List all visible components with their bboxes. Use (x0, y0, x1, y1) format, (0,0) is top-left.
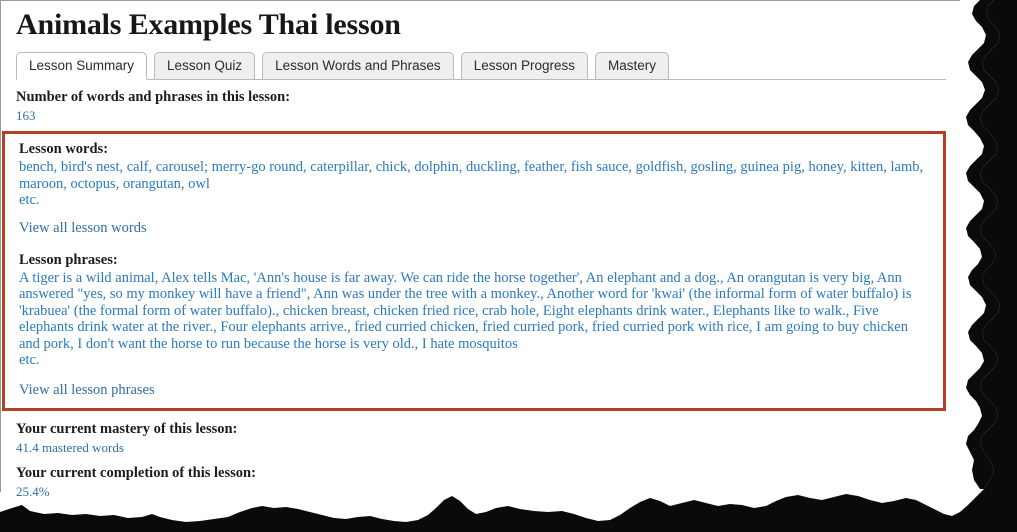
view-all-lesson-phrases-link[interactable]: View all lesson phrases (19, 381, 155, 399)
lesson-stats-section: Your current mastery of this lesson: 41.… (0, 411, 960, 500)
tab-lesson-progress[interactable]: Lesson Progress (460, 52, 588, 80)
word-count-value: 163 (16, 108, 36, 123)
screenshot-root: Animals Examples Thai lesson Lesson Summ… (0, 0, 1017, 532)
page-content: Animals Examples Thai lesson Lesson Summ… (0, 0, 960, 500)
tab-bar: Lesson Summary Lesson Quiz Lesson Words … (0, 52, 960, 80)
lesson-words-list: bench, bird's nest, calf, carousel; merr… (19, 159, 924, 192)
completion-label: Your current completion of this lesson: (16, 464, 256, 481)
view-all-lesson-words-link[interactable]: View all lesson words (19, 219, 147, 237)
word-count-label: Number of words and phrases in this less… (16, 89, 291, 105)
completion-value: 25.4% (16, 483, 50, 499)
lesson-words-section: Lesson words: bench, bird's nest, calf, … (5, 140, 943, 237)
mastery-label: Your current mastery of this lesson: (16, 420, 238, 437)
word-count-section: Number of words and phrases in this less… (0, 80, 960, 124)
lesson-phrases-list: A tiger is a wild animal, Alex tells Mac… (19, 269, 912, 352)
tab-lesson-summary[interactable]: Lesson Summary (16, 52, 148, 80)
mastery-value: 41.4 mastered words (16, 439, 124, 455)
lesson-words-etc: etc. (19, 192, 40, 208)
lesson-words-label: Lesson words: (19, 141, 109, 157)
lesson-phrases-label: Lesson phrases: (19, 251, 118, 268)
page-title: Animals Examples Thai lesson (16, 8, 401, 41)
tab-lesson-words-and-phrases[interactable]: Lesson Words and Phrases (262, 52, 454, 80)
lesson-phrases-section: Lesson phrases: A tiger is a wild animal… (5, 251, 943, 399)
highlighted-words-and-phrases-box: Lesson words: bench, bird's nest, calf, … (2, 131, 946, 411)
lesson-phrases-etc: etc. (19, 352, 40, 368)
tab-mastery[interactable]: Mastery (595, 52, 670, 80)
tab-lesson-quiz[interactable]: Lesson Quiz (154, 52, 256, 80)
lesson-summary-panel: Number of words and phrases in this less… (0, 80, 960, 500)
